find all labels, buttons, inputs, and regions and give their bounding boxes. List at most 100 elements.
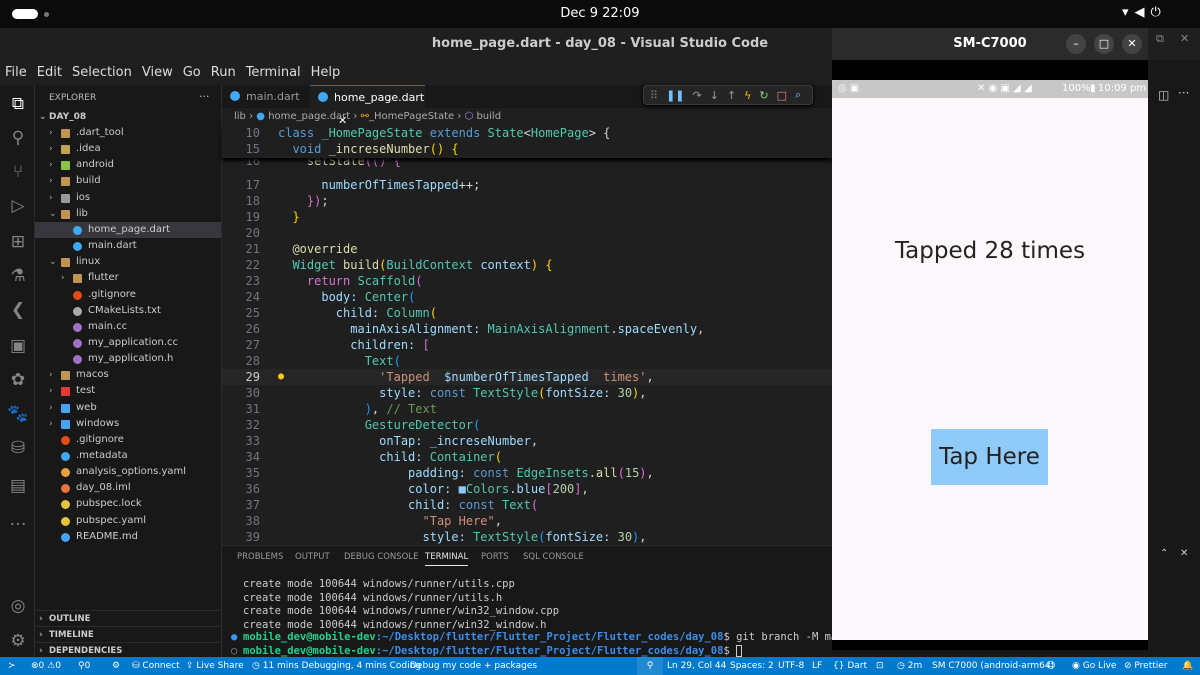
code-line[interactable]: 33 onTap: _increseNumber, — [222, 433, 832, 449]
problems-status[interactable]: ⊗0 ⚠0 — [31, 657, 61, 675]
code-line[interactable]: 28 Text( — [222, 353, 832, 369]
folder-item[interactable]: › windows — [35, 416, 221, 432]
panel-tab-ports[interactable]: PORTS — [481, 552, 509, 562]
stop-icon[interactable]: □ — [777, 89, 787, 102]
file-item[interactable]: day_08.iml — [35, 480, 221, 496]
code-line[interactable]: 18 }); — [222, 193, 832, 209]
menu-file[interactable]: File — [5, 65, 27, 80]
code-line[interactable]: 34 child: Container( — [222, 449, 832, 465]
clock[interactable]: Dec 9 22:09 — [0, 6, 1200, 21]
code-line[interactable]: 20 — [222, 225, 832, 241]
time-tracker[interactable]: ◷ 11 mins Debugging, 4 mins Coding — [252, 657, 421, 675]
sticky-scroll[interactable]: 10 class _HomePageState extends State<Hom… — [222, 125, 832, 158]
prettier-button[interactable]: ⊘ Prettier — [1124, 657, 1168, 675]
notifications-icon[interactable]: 🔔 — [1182, 657, 1193, 675]
file-item[interactable]: pubspec.yaml — [35, 513, 221, 529]
file-item[interactable]: my_application.h — [35, 351, 221, 367]
search-icon[interactable]: ⚲ — [7, 127, 29, 149]
terminal-input[interactable]: $ — [723, 645, 736, 657]
device-selector[interactable]: SM C7000 (android-arm64) — [932, 657, 1054, 675]
more-actions-icon[interactable]: ··· — [1178, 86, 1189, 100]
file-item[interactable]: .gitignore — [35, 287, 221, 303]
tab-main-dart[interactable]: main.dart — [222, 85, 308, 108]
code-line[interactable]: 17 numberOfTimesTapped++; — [222, 177, 832, 193]
folder-item[interactable]: › android — [35, 157, 221, 173]
close-window-icon[interactable]: ✕ — [1180, 32, 1189, 45]
folder-item[interactable]: › .dart_tool — [35, 125, 221, 141]
terminal-input-line[interactable]: ○ mobile_dev@mobile-dev:~/Desktop/flutter… — [231, 644, 743, 658]
more-icon[interactable]: … — [7, 509, 29, 531]
flutter-icon[interactable]: ❮ — [7, 299, 29, 321]
breadcrumb-item[interactable]: home_page.dart — [268, 111, 350, 122]
panel-tab-output[interactable]: OUTPUT — [295, 552, 330, 562]
code-line[interactable]: 29 'Tapped $numberOfTimesTapped times', ● — [222, 369, 832, 385]
file-item[interactable]: .metadata — [35, 448, 221, 464]
restart-icon[interactable]: ↻ — [759, 89, 768, 102]
split-editor-icon[interactable]: ◫ — [1158, 88, 1169, 102]
dependencies-section[interactable]: › DEPENDENCIES — [35, 642, 221, 658]
code-line[interactable]: 39 style: TextStyle(fontSize: 30), — [222, 529, 832, 545]
end-of-line[interactable]: LF — [812, 657, 822, 675]
settings-gear-icon[interactable]: ⚙ — [7, 630, 29, 652]
ports-status[interactable]: ⚲0 — [78, 657, 90, 675]
code-line[interactable]: 15 void _increseNumber() { — [222, 141, 832, 157]
outline-section[interactable]: › OUTLINE — [35, 610, 221, 626]
code-line[interactable]: 32 GestureDetector( — [222, 417, 832, 433]
account-icon[interactable]: ◎ — [7, 595, 29, 617]
folder-item[interactable]: ⌄ linux — [35, 254, 221, 270]
code-line[interactable]: 38 "Tap Here", — [222, 513, 832, 529]
code-line[interactable]: 37 child: const Text( — [222, 497, 832, 513]
menu-go[interactable]: Go — [183, 65, 201, 80]
extensions-icon[interactable]: ⊞ — [7, 231, 29, 253]
code-line[interactable]: 35 padding: const EdgeInsets.all(15), — [222, 465, 832, 481]
inspect-widget-icon[interactable]: ⌕ — [795, 88, 801, 102]
folder-item[interactable]: › ios — [35, 190, 221, 206]
lightbulb-icon[interactable]: ● — [278, 369, 284, 385]
system-tray-icons[interactable]: ▾◀⏻ — [1122, 5, 1167, 20]
code-line[interactable]: 25 child: Column( — [222, 305, 832, 321]
encoding[interactable]: UTF-8 — [778, 657, 804, 675]
maximize-button[interactable]: □ — [1094, 34, 1114, 54]
code-line[interactable]: 21 @override — [222, 241, 832, 257]
testing-icon[interactable]: ⚗ — [7, 265, 29, 287]
code-line[interactable]: 30 style: const TextStyle(fontSize: 30), — [222, 385, 832, 401]
minimize-button[interactable]: – — [1066, 34, 1086, 54]
code-line[interactable]: 31 ), // Text — [222, 401, 832, 417]
file-item[interactable]: my_application.cc — [35, 335, 221, 351]
maximize-panel-icon[interactable]: ⌃ — [1160, 548, 1168, 559]
chip-icon[interactable]: ▣ — [7, 335, 29, 357]
code-line[interactable]: 22 Widget build(BuildContext context) { — [222, 257, 832, 273]
step-into-icon[interactable]: ↓ — [710, 89, 719, 102]
tap-here-button[interactable]: Tap Here — [931, 429, 1048, 485]
zoom-icon[interactable]: ⚲ — [637, 657, 663, 675]
folder-item[interactable]: ⌄ lib — [35, 206, 221, 222]
debug-mode[interactable]: Debug my code + packages — [410, 657, 537, 675]
file-item[interactable]: home_page.dart — [35, 221, 221, 238]
file-item[interactable]: main.cc — [35, 319, 221, 335]
file-item[interactable]: README.md — [35, 529, 221, 545]
live-share-button[interactable]: ⇪ Live Share — [186, 657, 244, 675]
panel-tab-debug-console[interactable]: DEBUG CONSOLE — [344, 552, 418, 562]
timeline-section[interactable]: › TIMELINE — [35, 626, 221, 642]
file-item[interactable]: CMakeLists.txt — [35, 303, 221, 319]
code-line[interactable]: 24 body: Center( — [222, 289, 832, 305]
menu-terminal[interactable]: Terminal — [246, 65, 301, 80]
code-line[interactable]: 10 class _HomePageState extends State<Hom… — [222, 125, 832, 141]
file-item[interactable]: .gitignore — [35, 432, 221, 448]
tab-home-page-dart[interactable]: home_page.dart ✕ — [310, 85, 425, 127]
drag-handle-icon[interactable]: ⠿ — [650, 89, 658, 102]
folder-item[interactable]: › macos — [35, 367, 221, 383]
cursor-position[interactable]: Ln 29, Col 44 — [667, 657, 726, 675]
panel-tab-sql-console[interactable]: SQL CONSOLE — [523, 552, 584, 562]
menu-selection[interactable]: Selection — [72, 65, 132, 80]
code-line[interactable]: 23 return Scaffold( — [222, 273, 832, 289]
close-button[interactable]: ✕ — [1122, 34, 1142, 54]
menu-view[interactable]: View — [142, 65, 173, 80]
panel-tab-problems[interactable]: PROBLEMS — [237, 552, 283, 562]
connect-status[interactable]: ⛁ Connect — [132, 657, 180, 675]
close-panel-icon[interactable]: ✕ — [1180, 548, 1188, 559]
step-over-icon[interactable]: ↷ — [693, 89, 702, 102]
go-live-button[interactable]: ◉ Go Live — [1072, 657, 1116, 675]
folder-item[interactable]: › flutter — [35, 270, 221, 286]
pause-icon[interactable]: ❚❚ — [666, 89, 684, 102]
